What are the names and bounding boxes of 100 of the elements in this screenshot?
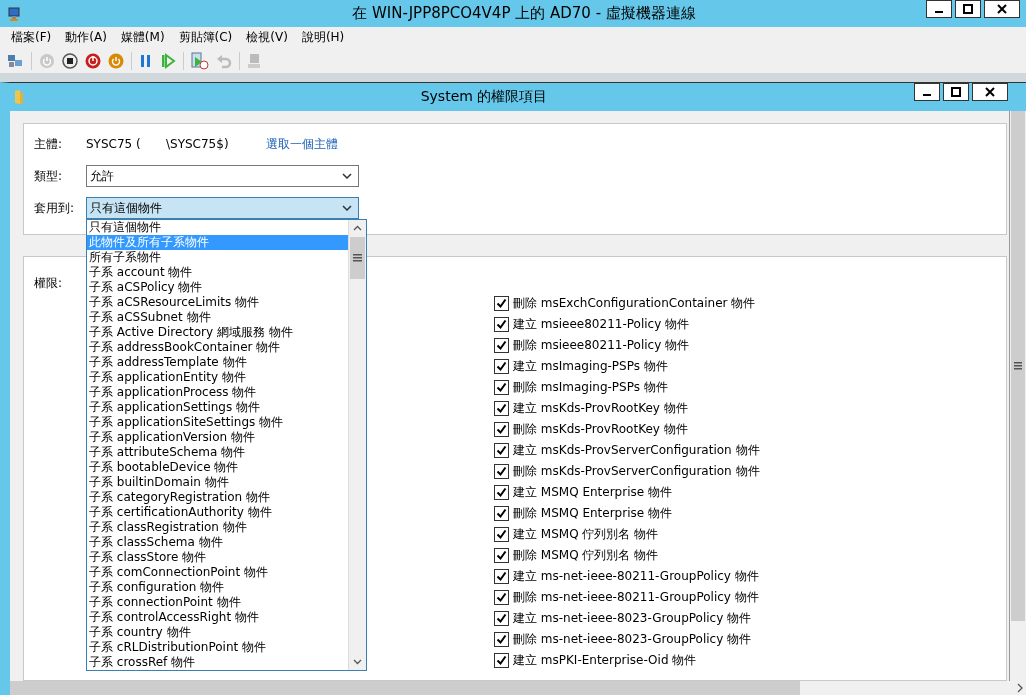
- minimize-icon: [935, 11, 943, 13]
- chevron-down-icon: [342, 173, 352, 179]
- scrollbar[interactable]: [348, 220, 366, 670]
- permission-checkbox[interactable]: 建立 ms-net-ieee-80211-GroupPolicy 物件: [494, 568, 760, 585]
- applies-to-dropdown[interactable]: 只有這個物件: [86, 197, 359, 219]
- dropdown-option[interactable]: 子系 controlAccessRight 物件: [87, 610, 348, 625]
- menu-item[interactable]: 剪貼簿(C): [171, 29, 240, 46]
- dropdown-option[interactable]: 子系 aCSPolicy 物件: [87, 280, 348, 295]
- menu-item[interactable]: 媒體(M): [113, 29, 172, 46]
- permission-checkbox[interactable]: 建立 MSMQ 佇列別名 物件: [494, 526, 760, 543]
- close-button[interactable]: [972, 83, 1008, 101]
- checkbox[interactable]: [494, 380, 509, 395]
- checkpoint-icon[interactable]: [191, 51, 209, 70]
- permission-checkbox[interactable]: 刪除 ms-net-ieee-8023-GroupPolicy 物件: [494, 631, 760, 648]
- dropdown-option[interactable]: 子系 account 物件: [87, 265, 348, 280]
- close-icon: [997, 4, 1007, 14]
- checkbox[interactable]: [494, 359, 509, 374]
- checkbox[interactable]: [494, 590, 509, 605]
- power-icon[interactable]: [108, 52, 124, 69]
- checkbox[interactable]: [494, 296, 509, 311]
- field-label: 主體:: [34, 135, 64, 153]
- window-title: 在 WIN-JPP8PCO4V4P 上的 AD70 - 虛擬機器連線: [351, 4, 697, 23]
- permission-checkbox[interactable]: 刪除 MSMQ 佇列別名 物件: [494, 547, 760, 564]
- permission-checkbox[interactable]: 建立 MSMQ Enterprise 物件: [494, 484, 760, 501]
- scrollbar[interactable]: [10, 681, 1026, 695]
- type-dropdown[interactable]: 允許: [86, 165, 359, 187]
- permission-checkbox[interactable]: 建立 msPKI-Enterprise-Oid 物件: [494, 652, 760, 669]
- checkbox[interactable]: [494, 401, 509, 416]
- checkbox[interactable]: [494, 422, 509, 437]
- menu-item[interactable]: 檢視(V): [239, 29, 295, 46]
- dropdown-option[interactable]: 子系 classRegistration 物件: [87, 520, 348, 535]
- dropdown-option[interactable]: 子系 applicationProcess 物件: [87, 385, 348, 400]
- field-label: 套用到:: [34, 199, 76, 217]
- dropdown-option[interactable]: 子系 crossRef 物件: [87, 655, 348, 670]
- dropdown-option[interactable]: 子系 country 物件: [87, 625, 348, 640]
- dropdown-option[interactable]: 子系 comConnectionPoint 物件: [87, 565, 348, 580]
- checkbox[interactable]: [494, 464, 509, 479]
- close-button[interactable]: [984, 0, 1020, 18]
- dropdown-option[interactable]: 子系 addressTemplate 物件: [87, 355, 348, 370]
- checkbox[interactable]: [494, 443, 509, 458]
- checkbox[interactable]: [494, 653, 509, 668]
- permission-checkbox[interactable]: 刪除 msExchConfigurationContainer 物件: [494, 295, 760, 312]
- dropdown-option[interactable]: 子系 addressBookContainer 物件: [87, 340, 348, 355]
- checkbox[interactable]: [494, 338, 509, 353]
- dropdown-option[interactable]: 子系 aCSResourceLimits 物件: [87, 295, 348, 310]
- checkbox[interactable]: [494, 485, 509, 500]
- maximize-icon: [963, 4, 973, 14]
- dropdown-option[interactable]: 子系 bootableDevice 物件: [87, 460, 348, 475]
- field-label: 類型:: [34, 167, 64, 185]
- power-icon[interactable]: [85, 52, 101, 69]
- checkbox[interactable]: [494, 611, 509, 626]
- dropdown-option[interactable]: 子系 classStore 物件: [87, 550, 348, 565]
- dropdown-option[interactable]: 子系 cRLDistributionPoint 物件: [87, 640, 348, 655]
- menu-item[interactable]: 檔案(F): [4, 29, 59, 46]
- checkbox[interactable]: [494, 548, 509, 563]
- dropdown-option[interactable]: 子系 applicationSettings 物件: [87, 400, 348, 415]
- network-icon[interactable]: [6, 52, 24, 69]
- maximize-button[interactable]: [955, 0, 981, 18]
- dropdown-option[interactable]: 子系 attributeSchema 物件: [87, 445, 348, 460]
- permission-checkbox[interactable]: 刪除 msImaging-PSPs 物件: [494, 379, 760, 396]
- dropdown-option[interactable]: 子系 configuration 物件: [87, 580, 348, 595]
- permission-checkbox[interactable]: 建立 msKds-ProvRootKey 物件: [494, 400, 760, 417]
- permission-checkbox[interactable]: 刪除 MSMQ Enterprise 物件: [494, 505, 760, 522]
- checkbox[interactable]: [494, 506, 509, 521]
- dropdown-option[interactable]: 只有這個物件: [87, 220, 348, 235]
- dropdown-option[interactable]: 子系 builtinDomain 物件: [87, 475, 348, 490]
- dropdown-option[interactable]: 子系 connectionPoint 物件: [87, 595, 348, 610]
- minimize-button[interactable]: [926, 0, 952, 18]
- menu-item[interactable]: 說明(H): [294, 29, 352, 46]
- dropdown-option[interactable]: 子系 categoryRegistration 物件: [87, 490, 348, 505]
- dropdown-option[interactable]: 所有子系物件: [87, 250, 348, 265]
- pause-icon[interactable]: [139, 52, 153, 69]
- dropdown-option[interactable]: 子系 Active Directory 網域服務 物件: [87, 325, 348, 340]
- permission-checkbox[interactable]: 建立 msImaging-PSPs 物件: [494, 358, 760, 375]
- principal-name: SYSC75 (: [86, 137, 142, 151]
- stop-icon[interactable]: [62, 52, 78, 69]
- checkbox[interactable]: [494, 317, 509, 332]
- permission-checkbox[interactable]: 建立 ms-net-ieee-8023-GroupPolicy 物件: [494, 610, 760, 627]
- dropdown-option[interactable]: 子系 applicationEntity 物件: [87, 370, 348, 385]
- dropdown-option[interactable]: 子系 classSchema 物件: [87, 535, 348, 550]
- permission-checkbox[interactable]: 刪除 msieee80211-Policy 物件: [494, 337, 760, 354]
- permission-checkbox[interactable]: 刪除 msKds-ProvServerConfiguration 物件: [494, 463, 760, 480]
- grip-icon: [1014, 362, 1022, 370]
- minimize-button[interactable]: [914, 83, 940, 101]
- permission-checkbox[interactable]: 建立 msKds-ProvServerConfiguration 物件: [494, 442, 760, 459]
- permission-checkbox[interactable]: 建立 msieee80211-Policy 物件: [494, 316, 760, 333]
- maximize-button[interactable]: [943, 83, 969, 101]
- checkbox[interactable]: [494, 527, 509, 542]
- principal-name: \SYSC75$): [166, 137, 230, 151]
- dropdown-option[interactable]: 子系 aCSSubnet 物件: [87, 310, 348, 325]
- dropdown-option[interactable]: 子系 applicationSiteSettings 物件: [87, 415, 348, 430]
- dropdown-option[interactable]: 子系 applicationVersion 物件: [87, 430, 348, 445]
- checkbox[interactable]: [494, 569, 509, 584]
- select-principal-link[interactable]: 選取一個主體: [266, 135, 338, 153]
- permission-checkbox[interactable]: 刪除 msKds-ProvRootKey 物件: [494, 421, 760, 438]
- checkbox[interactable]: [494, 632, 509, 647]
- dropdown-option[interactable]: 子系 certificationAuthority 物件: [87, 505, 348, 520]
- menu-item[interactable]: 動作(A): [58, 29, 114, 46]
- grip-icon: [353, 254, 362, 262]
- permission-checkbox[interactable]: 刪除 ms-net-ieee-80211-GroupPolicy 物件: [494, 589, 760, 606]
